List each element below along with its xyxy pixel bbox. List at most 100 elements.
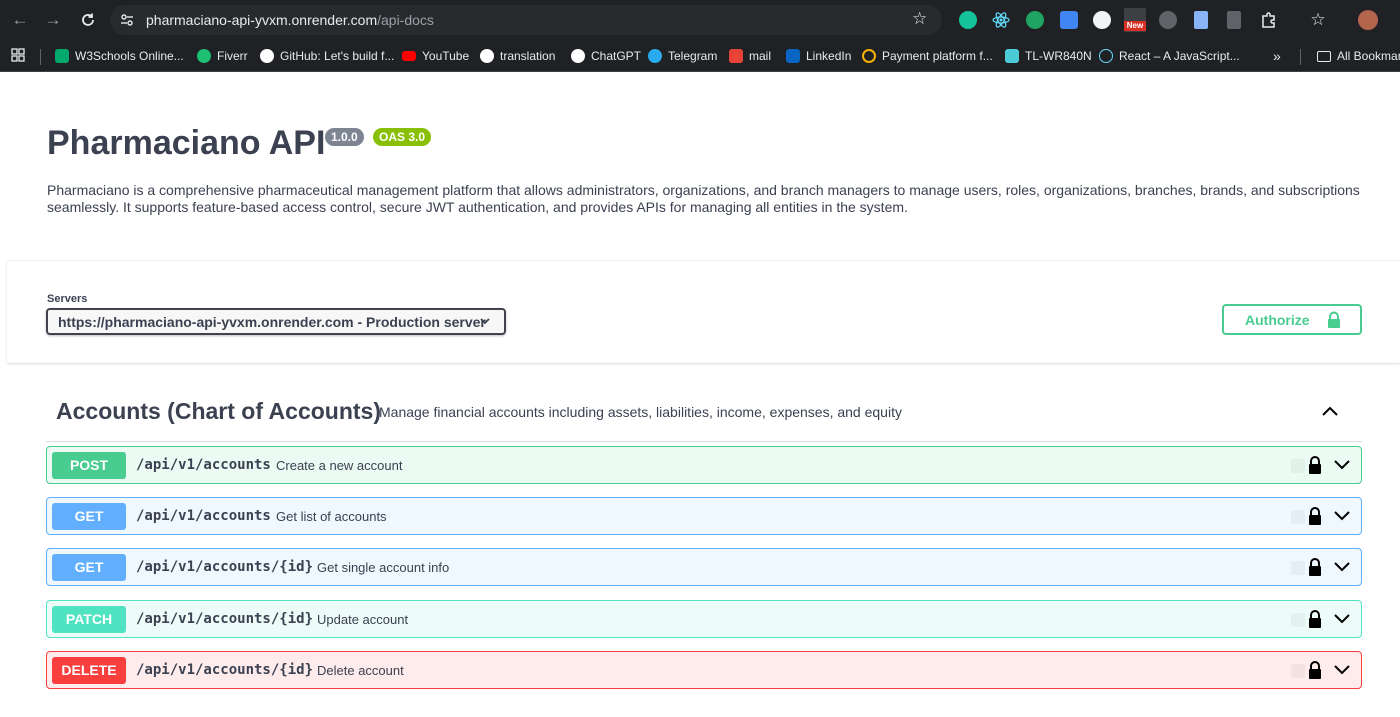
apps-grid-icon[interactable] <box>11 48 25 62</box>
bookmarks-overflow-button[interactable]: » <box>1273 47 1281 65</box>
github-icon <box>260 49 274 63</box>
chevron-down-icon[interactable] <box>1333 559 1351 575</box>
chevron-down-icon[interactable] <box>1333 457 1351 473</box>
copy-icon[interactable] <box>1291 459 1305 473</box>
forward-arrow-icon[interactable]: → <box>41 8 65 32</box>
chevron-down-icon <box>480 318 490 325</box>
bookmarks-separator <box>40 49 41 65</box>
bookmark-label: Fiverr <box>217 49 248 63</box>
bookmarks-bar: W3Schools Online... Fiverr GitHub: Let's… <box>0 40 1400 72</box>
authorize-button[interactable]: Authorize <box>1222 304 1362 335</box>
lock-icon <box>1328 311 1340 328</box>
bookmarks-separator <box>1300 49 1301 65</box>
version-badge: 1.0.0 <box>325 128 364 146</box>
operation-path: /api/v1/accounts/{id} <box>136 559 314 575</box>
copy-icon[interactable] <box>1291 510 1305 524</box>
extension-circle-icon[interactable] <box>1093 11 1111 29</box>
operation-summary: Get list of accounts <box>276 509 387 524</box>
react-devtools-icon[interactable] <box>992 11 1010 29</box>
tag-description: Manage financial accounts including asse… <box>379 404 902 420</box>
method-badge: GET <box>52 554 126 581</box>
bookmark-star-icon[interactable]: ☆ <box>912 10 930 28</box>
bookmark-react[interactable]: React – A JavaScript... <box>1099 47 1240 65</box>
operation-summary: Create a new account <box>276 458 403 473</box>
tplink-icon <box>1005 49 1019 63</box>
operation-get-account-by-id[interactable]: GET /api/v1/accounts/{id} Get single acc… <box>46 548 1362 586</box>
bookmark-label: LinkedIn <box>806 49 852 63</box>
chevron-down-icon[interactable] <box>1333 508 1351 524</box>
linkedin-icon <box>786 49 800 63</box>
oas-badge: OAS 3.0 <box>373 128 432 146</box>
extension-new-icon[interactable]: New <box>1124 8 1146 32</box>
extension-green-icon[interactable] <box>1026 11 1044 29</box>
bookmark-mail[interactable]: mail <box>729 47 771 65</box>
operation-post-accounts[interactable]: POST /api/v1/accounts Create a new accou… <box>46 446 1362 484</box>
lock-icon[interactable] <box>1307 660 1323 680</box>
operation-delete-account[interactable]: DELETE /api/v1/accounts/{id} Delete acco… <box>46 651 1362 689</box>
extensions-puzzle-icon[interactable] <box>1260 11 1278 29</box>
chevron-up-icon[interactable] <box>1320 402 1340 422</box>
bookmark-youtube[interactable]: YouTube <box>402 47 469 65</box>
operation-summary: Get single account info <box>317 560 450 575</box>
all-bookmarks-button[interactable]: All Bookmarks <box>1317 47 1400 65</box>
operation-summary: Update account <box>317 612 409 627</box>
address-bar[interactable]: pharmaciano-api-yvxm.onrender.com/api-do… <box>110 5 942 35</box>
react-icon <box>1099 49 1113 63</box>
bookmark-translation[interactable]: translation <box>480 47 555 65</box>
copy-icon[interactable] <box>1291 664 1305 678</box>
bookmark-label: Telegram <box>668 49 718 63</box>
reading-list-star-icon[interactable]: ☆ <box>1309 11 1327 29</box>
copy-icon[interactable] <box>1291 613 1305 627</box>
bookmark-linkedin[interactable]: LinkedIn <box>786 47 851 65</box>
method-badge: GET <box>52 503 126 530</box>
bookmark-label: translation <box>500 49 556 63</box>
servers-selected-value: https://pharmaciano-api-yvxm.onrender.co… <box>58 314 486 330</box>
chevron-down-icon[interactable] <box>1333 662 1351 678</box>
extension-doc-icon[interactable] <box>1194 11 1208 29</box>
operation-get-accounts[interactable]: GET /api/v1/accounts Get list of account… <box>46 497 1362 535</box>
lock-icon[interactable] <box>1307 557 1323 577</box>
extension-gray-icon[interactable] <box>1159 11 1177 29</box>
reload-icon[interactable] <box>76 8 100 32</box>
operation-patch-account[interactable]: PATCH /api/v1/accounts/{id} Update accou… <box>46 600 1362 638</box>
back-arrow-icon[interactable]: ← <box>8 8 32 32</box>
lock-icon[interactable] <box>1307 506 1323 526</box>
browser-toolbar: ← → pharmaciano-api-yvxm.onrender.com/ap… <box>0 0 1400 40</box>
tag-name: Accounts (Chart of Accounts) <box>56 398 381 424</box>
api-title: Pharmaciano API <box>47 124 326 162</box>
bookmark-fiverr[interactable]: Fiverr <box>197 47 248 65</box>
bookmark-tplink[interactable]: TL-WR840N <box>1005 47 1092 65</box>
grammarly-icon[interactable] <box>959 11 977 29</box>
lock-icon[interactable] <box>1307 609 1323 629</box>
bookmark-label: Payment platform f... <box>882 49 993 63</box>
bookmark-payment[interactable]: Payment platform f... <box>862 47 993 65</box>
operation-path: /api/v1/accounts <box>136 457 271 473</box>
method-badge: DELETE <box>52 657 126 684</box>
bookmark-label: YouTube <box>422 49 470 63</box>
bookmark-telegram[interactable]: Telegram <box>648 47 717 65</box>
bookmark-github[interactable]: GitHub: Let's build f... <box>260 47 394 65</box>
bookmark-label: mail <box>749 49 772 63</box>
bookmark-chatgpt[interactable]: ChatGPT <box>571 47 641 65</box>
bookmark-label: GitHub: Let's build f... <box>280 49 395 63</box>
site-settings-icon[interactable] <box>120 13 134 27</box>
method-badge: PATCH <box>52 606 126 633</box>
chevron-down-icon[interactable] <box>1333 611 1351 627</box>
fiverr-icon <box>197 49 211 63</box>
servers-select[interactable]: https://pharmaciano-api-yvxm.onrender.co… <box>46 308 506 335</box>
extension-clipboard-icon[interactable] <box>1227 11 1241 29</box>
gmail-icon <box>729 49 743 63</box>
google-translate-icon[interactable] <box>1060 11 1078 29</box>
api-description: Pharmaciano is a comprehensive pharmaceu… <box>47 182 1360 215</box>
tag-accounts-header[interactable]: Accounts (Chart of Accounts) Manage fina… <box>46 390 1362 442</box>
profile-avatar[interactable] <box>1358 10 1378 30</box>
authorize-label: Authorize <box>1245 312 1310 328</box>
bookmark-label: ChatGPT <box>591 49 642 63</box>
lock-icon[interactable] <box>1307 455 1323 475</box>
copy-icon[interactable] <box>1291 561 1305 575</box>
url-text[interactable]: pharmaciano-api-yvxm.onrender.com/api-do… <box>146 12 434 28</box>
operation-path: /api/v1/accounts/{id} <box>136 662 314 678</box>
bookmark-w3schools[interactable]: W3Schools Online... <box>55 47 184 65</box>
bookmark-label: React – A JavaScript... <box>1119 49 1240 63</box>
telegram-icon <box>648 49 662 63</box>
